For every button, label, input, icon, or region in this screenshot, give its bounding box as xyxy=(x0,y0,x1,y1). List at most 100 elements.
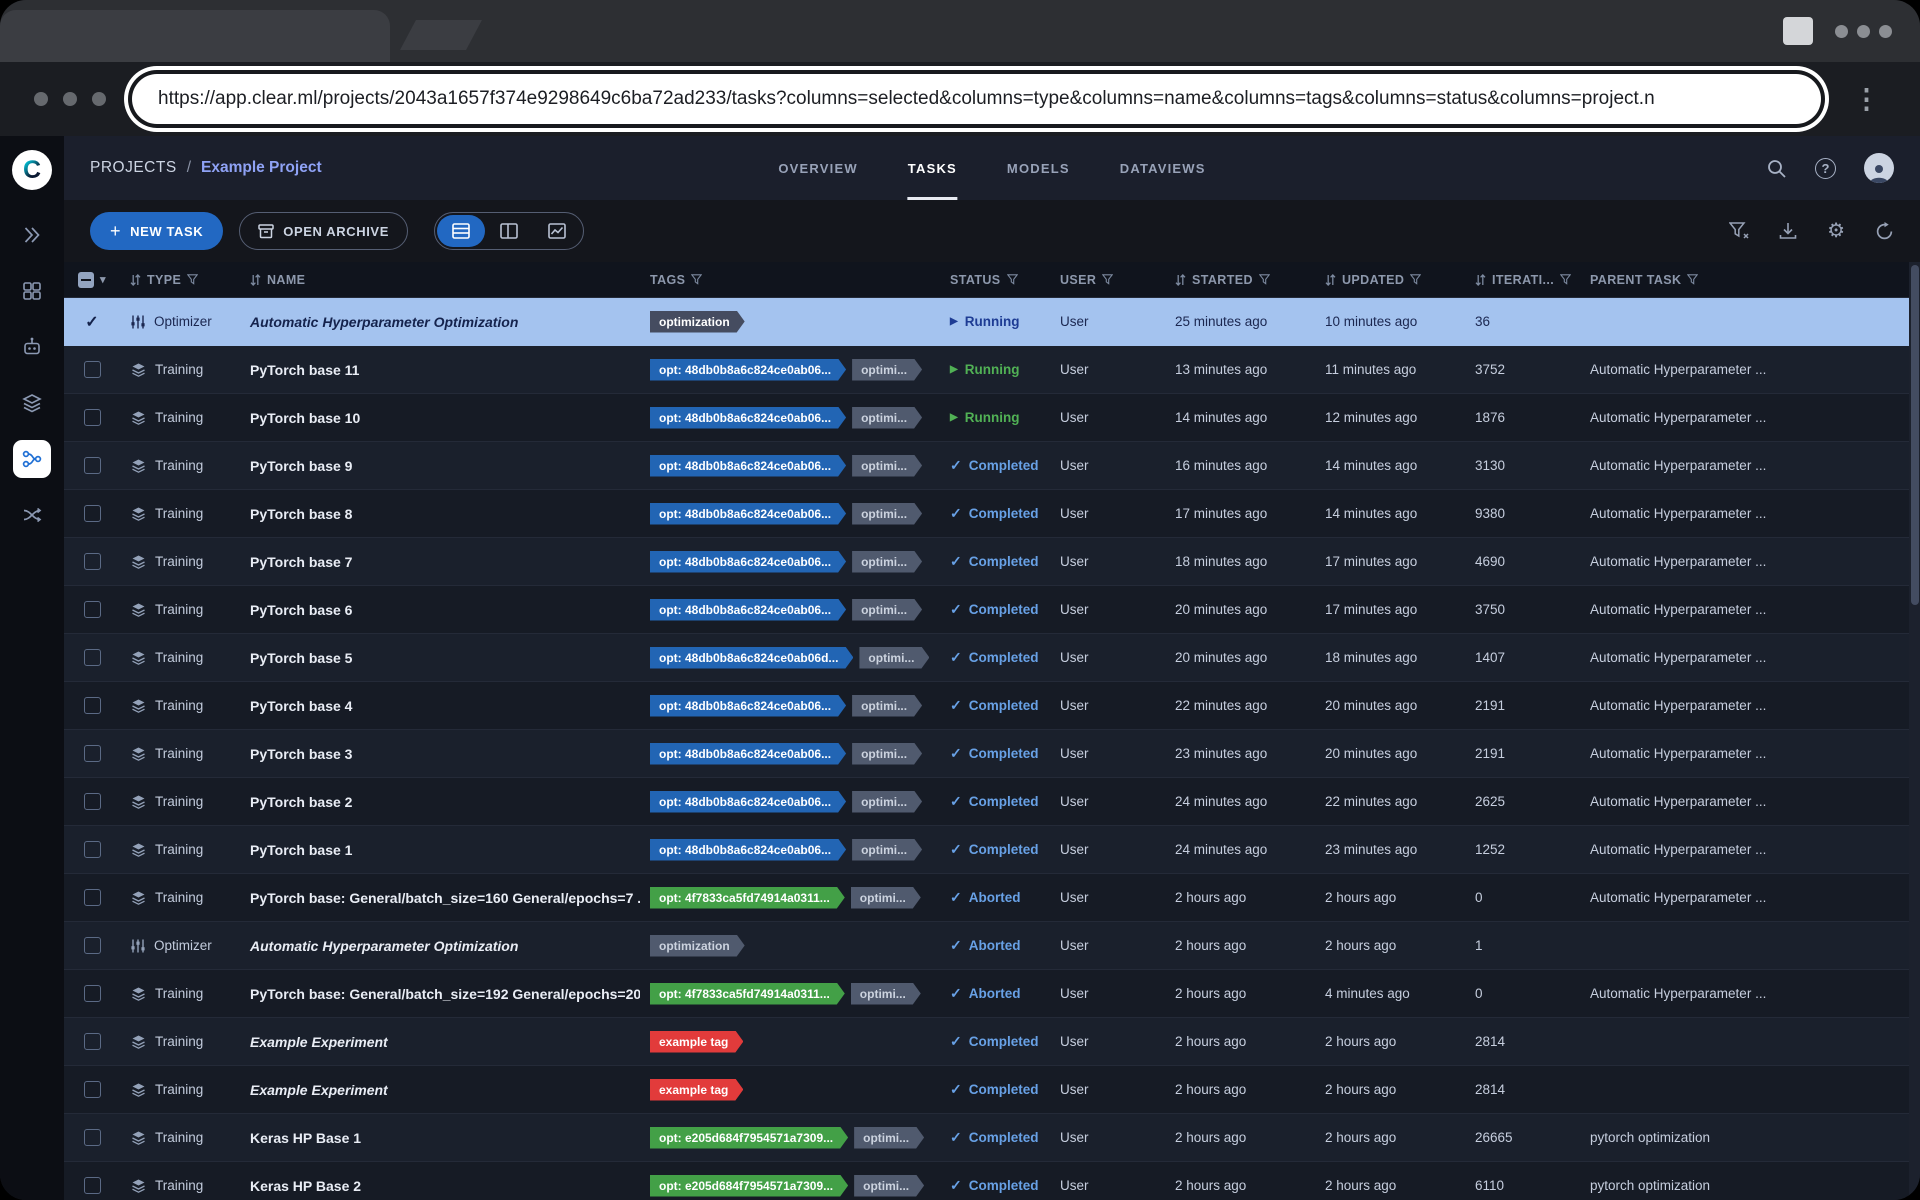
row-checkbox[interactable]: ✓ xyxy=(85,312,98,332)
filter-icon[interactable] xyxy=(691,274,702,285)
task-name[interactable]: PyTorch base: General/batch_size=192 Gen… xyxy=(240,986,640,1002)
row-checkbox[interactable] xyxy=(84,697,101,714)
search-icon[interactable] xyxy=(1766,158,1787,179)
task-name[interactable]: PyTorch base 10 xyxy=(240,410,640,426)
sidebar-item-applications[interactable] xyxy=(13,216,51,254)
row-checkbox[interactable] xyxy=(84,889,101,906)
task-name[interactable]: PyTorch base 3 xyxy=(240,746,640,762)
breadcrumb-current-project[interactable]: Example Project xyxy=(201,159,322,177)
settings-gear-icon[interactable]: ⚙ xyxy=(1827,221,1845,241)
task-name[interactable]: PyTorch base 7 xyxy=(240,554,640,570)
sort-icon[interactable] xyxy=(250,274,261,286)
table-row[interactable]: TrainingPyTorch base 2opt: 48db0b8a6c824… xyxy=(64,778,1920,826)
browser-window-button[interactable] xyxy=(1783,17,1813,45)
sort-icon[interactable] xyxy=(1475,274,1486,286)
table-row[interactable]: TrainingPyTorch base 1opt: 48db0b8a6c824… xyxy=(64,826,1920,874)
table-row[interactable]: TrainingPyTorch base 9opt: 48db0b8a6c824… xyxy=(64,442,1920,490)
row-checkbox[interactable] xyxy=(84,793,101,810)
filter-icon[interactable] xyxy=(187,274,198,285)
scrollbar-thumb[interactable] xyxy=(1911,265,1919,605)
filter-icon[interactable] xyxy=(1007,274,1018,285)
table-row[interactable]: TrainingExample Experimentexample tag✓Co… xyxy=(64,1018,1920,1066)
row-checkbox[interactable] xyxy=(84,601,101,618)
url-bar[interactable]: https://app.clear.ml/projects/2043a1657f… xyxy=(132,74,1821,124)
row-checkbox[interactable] xyxy=(84,361,101,378)
sort-icon[interactable] xyxy=(130,274,141,286)
filter-icon[interactable] xyxy=(1687,274,1698,285)
column-header-tags[interactable]: TAGS xyxy=(640,262,940,297)
row-checkbox[interactable] xyxy=(84,553,101,570)
task-name[interactable]: PyTorch base 11 xyxy=(240,362,640,378)
row-checkbox[interactable] xyxy=(84,1129,101,1146)
open-archive-button[interactable]: OPEN ARCHIVE xyxy=(239,212,408,250)
column-header-type[interactable]: TYPE xyxy=(120,262,240,297)
new-task-button[interactable]: + NEW TASK xyxy=(90,212,223,250)
chart-view-icon[interactable] xyxy=(533,215,581,247)
filter-icon[interactable] xyxy=(1410,274,1421,285)
sidebar-item-orchestration[interactable] xyxy=(13,496,51,534)
table-row[interactable]: TrainingPyTorch base 3opt: 48db0b8a6c824… xyxy=(64,730,1920,778)
row-checkbox[interactable] xyxy=(84,1033,101,1050)
row-checkbox[interactable] xyxy=(84,985,101,1002)
table-row[interactable]: TrainingPyTorch base 7opt: 48db0b8a6c824… xyxy=(64,538,1920,586)
row-checkbox[interactable] xyxy=(84,1081,101,1098)
tab-tasks[interactable]: TASKS xyxy=(908,136,957,200)
task-name[interactable]: Example Experiment xyxy=(240,1034,640,1050)
row-checkbox[interactable] xyxy=(84,505,101,522)
task-name[interactable]: PyTorch base: General/batch_size=160 Gen… xyxy=(240,890,640,906)
sidebar-item-datasets[interactable] xyxy=(13,384,51,422)
task-name[interactable]: Keras HP Base 1 xyxy=(240,1130,640,1146)
tab-overview[interactable]: OVERVIEW xyxy=(778,136,857,200)
task-name[interactable]: PyTorch base 1 xyxy=(240,842,640,858)
row-checkbox[interactable] xyxy=(84,1177,101,1194)
sort-icon[interactable] xyxy=(1325,274,1336,286)
table-row[interactable]: TrainingPyTorch base 11opt: 48db0b8a6c82… xyxy=(64,346,1920,394)
table-row[interactable]: TrainingPyTorch base: General/batch_size… xyxy=(64,874,1920,922)
task-name[interactable]: Example Experiment xyxy=(240,1082,640,1098)
select-all-caret-icon[interactable]: ▾ xyxy=(100,273,106,286)
task-name[interactable]: Automatic Hyperparameter Optimization xyxy=(240,314,640,330)
sort-icon[interactable] xyxy=(1175,274,1186,286)
task-name[interactable]: PyTorch base 4 xyxy=(240,698,640,714)
table-row[interactable]: TrainingPyTorch base: General/batch_size… xyxy=(64,970,1920,1018)
task-name[interactable]: PyTorch base 9 xyxy=(240,458,640,474)
row-checkbox[interactable] xyxy=(84,409,101,426)
tab-dataviews[interactable]: DATAVIEWS xyxy=(1120,136,1206,200)
browser-window-controls[interactable] xyxy=(34,92,106,106)
row-checkbox[interactable] xyxy=(84,745,101,762)
split-view-icon[interactable] xyxy=(485,215,533,247)
tab-models[interactable]: MODELS xyxy=(1007,136,1070,200)
filter-reset-icon[interactable] xyxy=(1729,222,1749,240)
table-row[interactable]: TrainingKeras HP Base 2opt: e205d684f795… xyxy=(64,1162,1920,1200)
auto-refresh-icon[interactable] xyxy=(1875,222,1894,241)
download-icon[interactable] xyxy=(1779,222,1797,240)
help-icon[interactable]: ? xyxy=(1815,158,1836,179)
breadcrumb-projects[interactable]: PROJECTS xyxy=(90,159,177,177)
browser-kebab-menu-icon[interactable]: ⋮ xyxy=(1847,86,1886,113)
table-view-icon[interactable] xyxy=(437,215,485,247)
sidebar-item-projects[interactable] xyxy=(13,272,51,310)
table-row[interactable]: TrainingPyTorch base 5opt: 48db0b8a6c824… xyxy=(64,634,1920,682)
column-header-iterations[interactable]: ITERATI... xyxy=(1465,262,1580,297)
vertical-scrollbar[interactable] xyxy=(1909,262,1920,1200)
column-header-updated[interactable]: UPDATED xyxy=(1315,262,1465,297)
table-row[interactable]: OptimizerAutomatic Hyperparameter Optimi… xyxy=(64,922,1920,970)
column-header-user[interactable]: USER xyxy=(1050,262,1165,297)
clearml-logo[interactable]: C xyxy=(12,150,52,190)
task-name[interactable]: Automatic Hyperparameter Optimization xyxy=(240,938,640,954)
row-checkbox[interactable] xyxy=(84,457,101,474)
row-checkbox[interactable] xyxy=(84,841,101,858)
sidebar-item-pipelines[interactable] xyxy=(13,440,51,478)
avatar[interactable] xyxy=(1864,153,1894,183)
browser-tab[interactable] xyxy=(0,10,390,62)
table-row[interactable]: TrainingPyTorch base 4opt: 48db0b8a6c824… xyxy=(64,682,1920,730)
sidebar-item-workers-queues[interactable] xyxy=(13,328,51,366)
row-checkbox[interactable] xyxy=(84,649,101,666)
select-all-checkbox[interactable] xyxy=(78,272,94,288)
filter-icon[interactable] xyxy=(1102,274,1113,285)
task-name[interactable]: PyTorch base 5 xyxy=(240,650,640,666)
column-header-parent[interactable]: PARENT TASK xyxy=(1580,262,1908,297)
column-header-status[interactable]: STATUS xyxy=(940,262,1050,297)
table-row[interactable]: TrainingKeras HP Base 1opt: e205d684f795… xyxy=(64,1114,1920,1162)
task-name[interactable]: PyTorch base 2 xyxy=(240,794,640,810)
